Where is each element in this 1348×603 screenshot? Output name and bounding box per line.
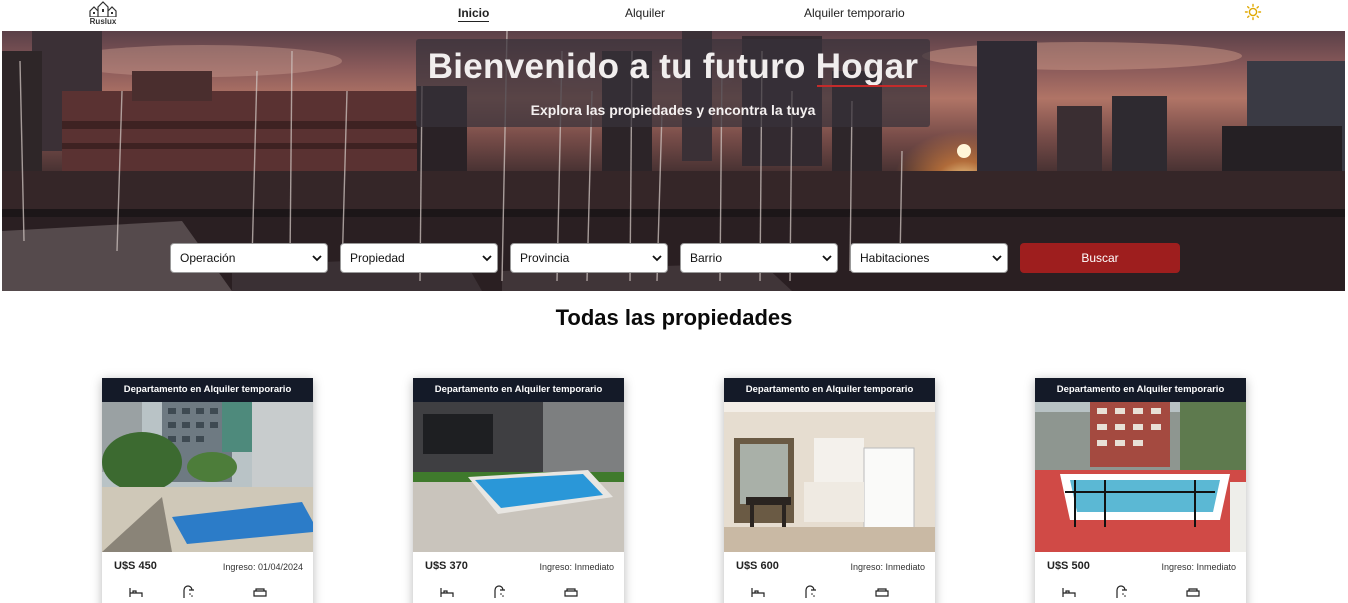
nav-link-alquiler[interactable]: Alquiler	[625, 6, 665, 20]
card-price: U$S 500	[1047, 560, 1090, 572]
sofa-icon	[1186, 588, 1200, 597]
sofa-icon	[253, 588, 267, 597]
nav-link-alquiler-temporario[interactable]: Alquiler temporario	[804, 6, 905, 20]
building-skyline-icon	[89, 1, 117, 17]
card-title: Departamento en Alquiler temporario	[413, 378, 624, 402]
page: Ruslux Inicio Alquiler Alquiler temporar…	[0, 0, 1348, 603]
habitaciones-select[interactable]: Habitaciones	[850, 243, 1008, 273]
chevron-down-icon	[482, 255, 492, 262]
search-button[interactable]: Buscar	[1020, 243, 1180, 273]
shower-icon	[494, 585, 505, 598]
chevron-down-icon	[312, 255, 322, 262]
hero-title-underline	[817, 85, 927, 87]
chevron-down-icon	[652, 255, 662, 262]
barrio-select-value: Barrio	[690, 251, 723, 265]
property-photo[interactable]	[724, 402, 935, 552]
hero-banner: Bienvenido a tu futuro Hogar Explora las…	[2, 31, 1345, 291]
card-title: Departamento en Alquiler temporario	[102, 378, 313, 402]
shower-icon	[805, 585, 816, 598]
chevron-down-icon	[992, 255, 1002, 262]
card-price: U$S 370	[425, 560, 468, 572]
property-card[interactable]: Departamento en Alquiler temporario U$S …	[724, 378, 935, 603]
card-ingreso: Ingreso: Inmediato	[850, 562, 925, 572]
section-title: Todas las propiedades	[555, 305, 793, 330]
operacion-select[interactable]: Operación	[170, 243, 328, 273]
sun-icon	[1244, 3, 1262, 21]
hero-subtitle: Explora las propiedades y encontra la tu…	[530, 102, 816, 118]
bed-icon	[129, 588, 143, 597]
provincia-select-value: Provincia	[520, 251, 570, 265]
property-card[interactable]: Departamento en Alquiler temporario U$S …	[102, 378, 313, 603]
propiedad-select-value: Propiedad	[350, 251, 405, 265]
card-features	[1035, 584, 1246, 603]
card-title: Departamento en Alquiler temporario	[1035, 378, 1246, 402]
chevron-down-icon	[822, 255, 832, 262]
card-features	[102, 584, 313, 603]
brand-logo[interactable]: Ruslux	[86, 1, 120, 29]
hero-title-box: Bienvenido a tu futuro Hogar Explora las…	[416, 39, 930, 127]
hero-title: Bienvenido a tu futuro Hogar	[427, 47, 919, 86]
operacion-select-value: Operación	[180, 251, 236, 265]
property-photo[interactable]	[102, 402, 313, 552]
property-card[interactable]: Departamento en Alquiler temporario U$S …	[1035, 378, 1246, 603]
habitaciones-select-value: Habitaciones	[860, 251, 930, 265]
bed-icon	[440, 588, 454, 597]
bed-icon	[751, 588, 765, 597]
card-title: Departamento en Alquiler temporario	[724, 378, 935, 402]
navbar: Ruslux Inicio Alquiler Alquiler temporar…	[0, 0, 1348, 31]
card-price: U$S 450	[114, 560, 157, 572]
nav-link-inicio[interactable]: Inicio	[458, 6, 490, 22]
property-photo[interactable]	[1035, 402, 1246, 552]
provincia-select[interactable]: Provincia	[510, 243, 668, 273]
sofa-icon	[564, 588, 578, 597]
card-features	[413, 584, 624, 603]
card-price: U$S 600	[736, 560, 779, 572]
propiedad-select[interactable]: Propiedad	[340, 243, 498, 273]
barrio-select[interactable]: Barrio	[680, 243, 838, 273]
shower-icon	[1116, 585, 1127, 598]
property-card[interactable]: Departamento en Alquiler temporario U$S …	[413, 378, 624, 603]
sofa-icon	[875, 588, 889, 597]
card-ingreso: Ingreso: 01/04/2024	[222, 562, 303, 572]
bed-icon	[1062, 588, 1076, 597]
brand-name: Ruslux	[89, 17, 117, 26]
shower-icon	[183, 585, 194, 598]
property-photo[interactable]	[413, 402, 624, 552]
card-ingreso: Ingreso: Inmediato	[539, 562, 614, 572]
card-features	[724, 584, 935, 603]
card-ingreso: Ingreso: Inmediato	[1161, 562, 1236, 572]
theme-toggle-button[interactable]	[1244, 3, 1262, 21]
